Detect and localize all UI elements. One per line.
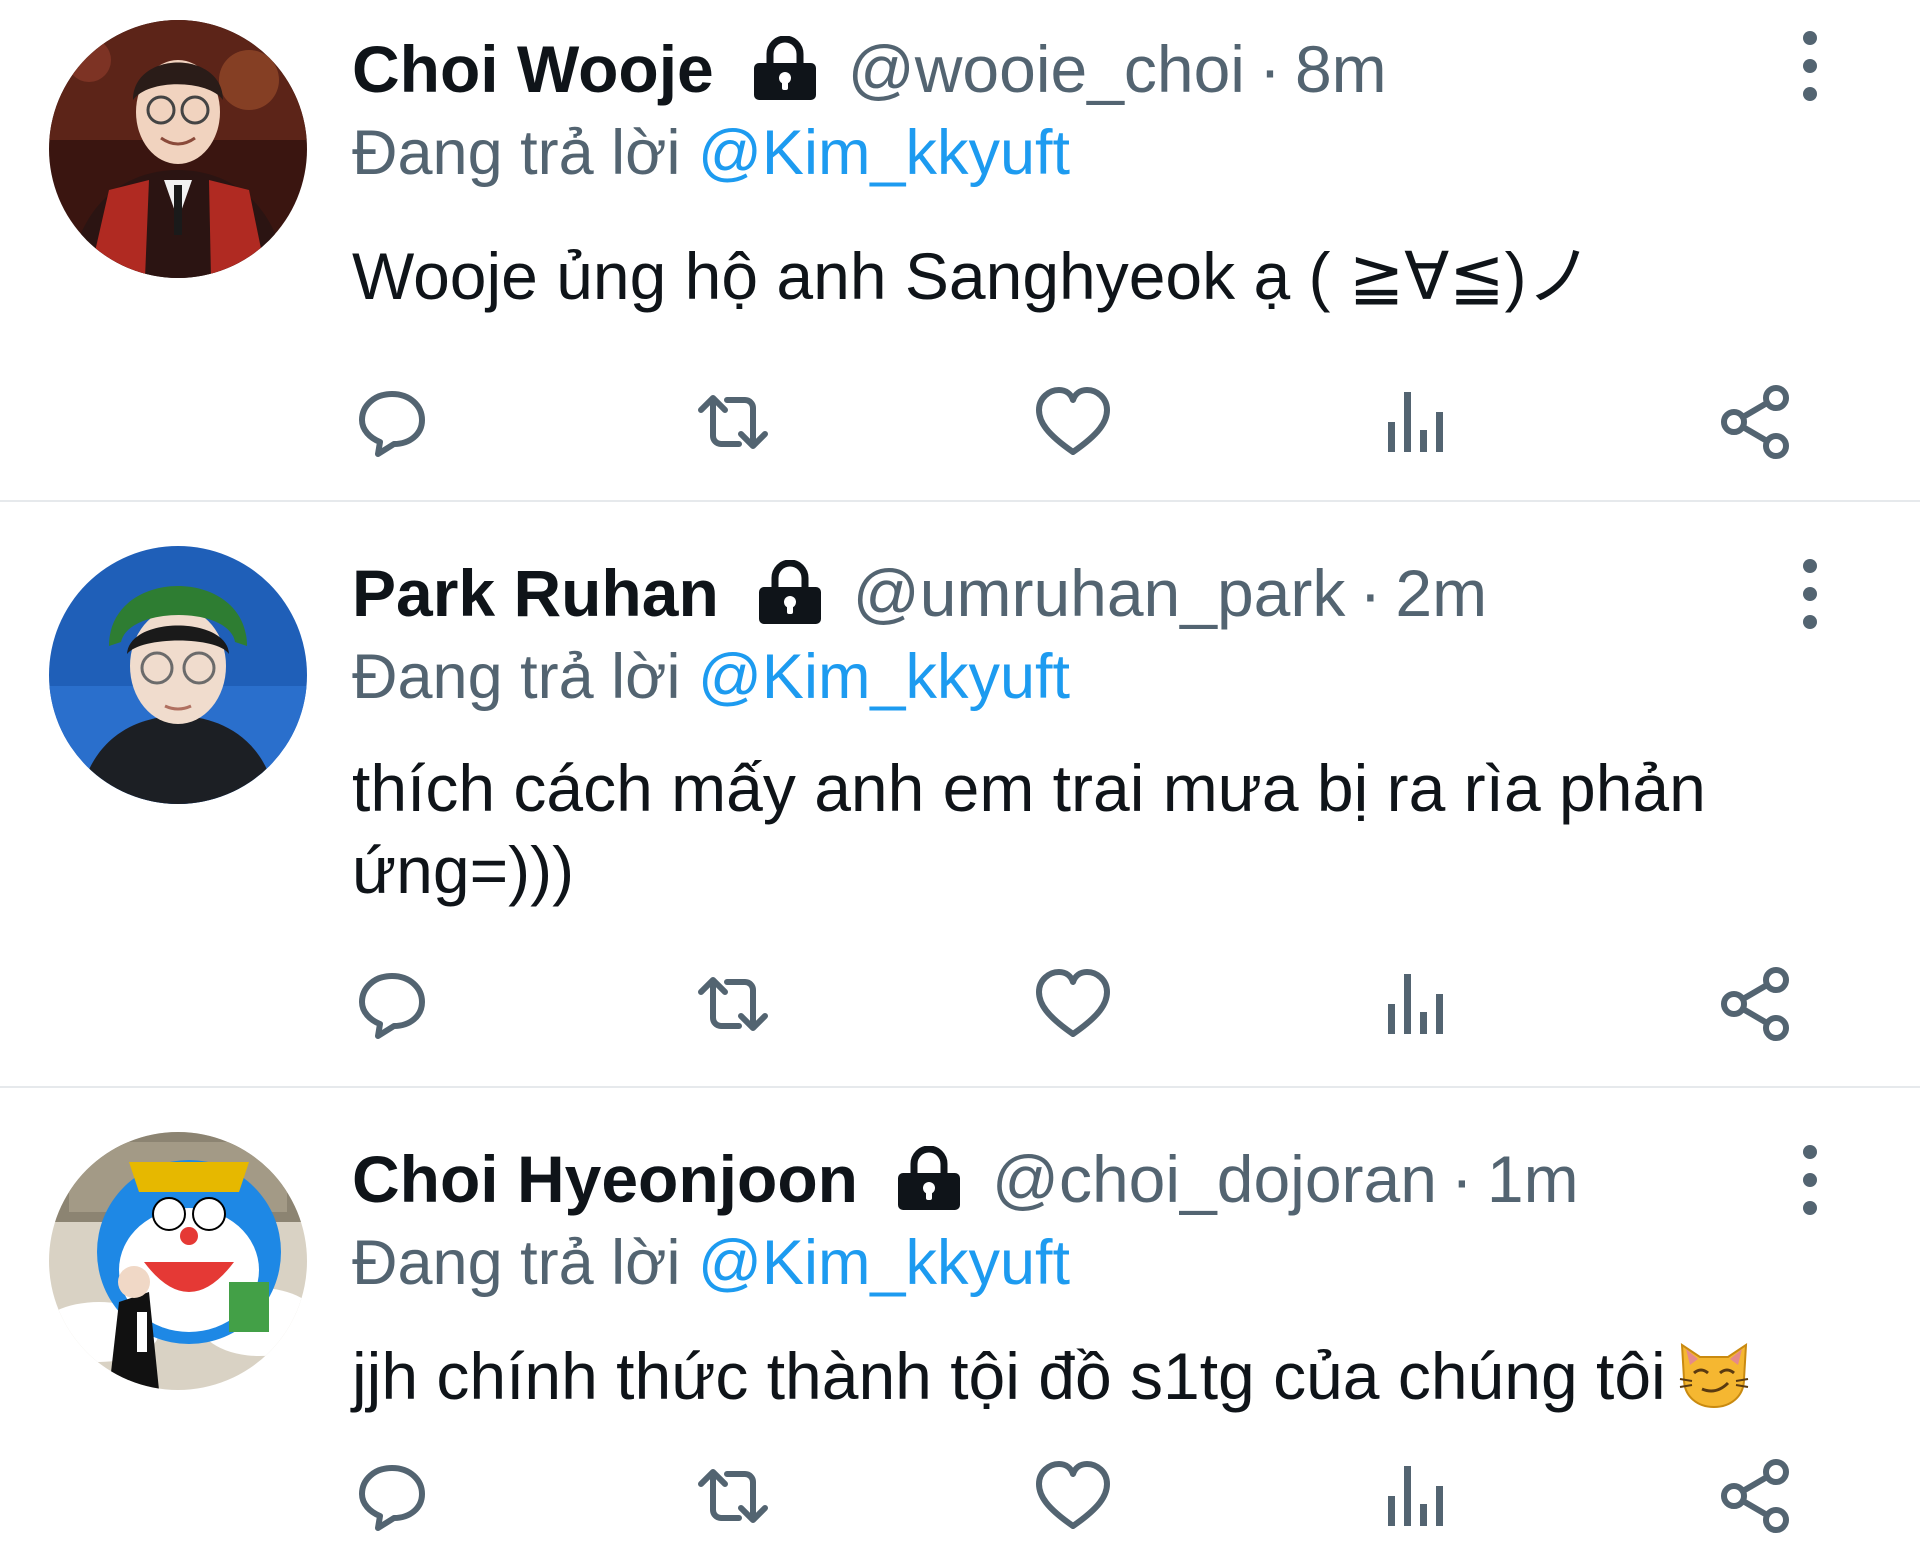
views-icon[interactable] bbox=[1374, 964, 1454, 1044]
separator-dot: · bbox=[1359, 556, 1382, 630]
display-name[interactable]: Choi Hyeonjoon bbox=[352, 1140, 858, 1218]
timestamp[interactable]: 8m bbox=[1295, 30, 1387, 108]
smirking-cat-emoji-icon bbox=[1676, 1335, 1752, 1411]
tweet-text-row: jjh chính thức thành tội đồ s1tg của chú… bbox=[352, 1335, 1832, 1417]
avatar[interactable] bbox=[49, 546, 307, 804]
avatar[interactable] bbox=[49, 1132, 307, 1390]
views-icon[interactable] bbox=[1374, 382, 1454, 462]
tweet-text: thích cách mấy anh em trai mưa bị ra rìa… bbox=[352, 751, 1706, 907]
reply-prefix: Đang trả lời bbox=[352, 118, 681, 188]
reply-context: Đang trả lời @Kim_kkyuft bbox=[352, 115, 1070, 191]
tweet-text: Wooje ủng hộ anh Sanghyeok ạ ( ≧∀≦)ノ bbox=[352, 239, 1593, 313]
reply-icon[interactable] bbox=[352, 964, 432, 1044]
share-icon[interactable] bbox=[1716, 382, 1796, 462]
more-options-icon[interactable] bbox=[1792, 28, 1828, 104]
avatar[interactable] bbox=[49, 20, 307, 278]
reply-context: Đang trả lời @Kim_kkyuft bbox=[352, 639, 1070, 715]
lock-icon bbox=[755, 560, 825, 626]
tweet[interactable]: Choi Wooje @wooie_choi · 8m Đang trả lời… bbox=[0, 0, 1920, 500]
reply-icon[interactable] bbox=[352, 1456, 432, 1536]
retweet-icon[interactable] bbox=[693, 964, 773, 1044]
reply-prefix: Đang trả lời bbox=[352, 642, 681, 712]
user-handle[interactable]: @wooie_choi bbox=[848, 30, 1245, 108]
views-icon[interactable] bbox=[1374, 1456, 1454, 1536]
reply-prefix: Đang trả lời bbox=[352, 1228, 681, 1298]
tweet[interactable]: Park Ruhan @umruhan_park · 2m Đang trả l… bbox=[0, 502, 1920, 1086]
tweet-header: Park Ruhan @umruhan_park · 2m bbox=[352, 554, 1487, 632]
reply-context: Đang trả lời @Kim_kkyuft bbox=[352, 1225, 1070, 1301]
timestamp[interactable]: 2m bbox=[1395, 554, 1487, 632]
mention-link[interactable]: @Kim_kkyuft bbox=[698, 642, 1070, 712]
display-name[interactable]: Park Ruhan bbox=[352, 554, 719, 632]
more-options-icon[interactable] bbox=[1792, 1142, 1828, 1218]
mention-link[interactable]: @Kim_kkyuft bbox=[698, 118, 1070, 188]
tweet-header: Choi Hyeonjoon @choi_dojoran · 1m bbox=[352, 1140, 1579, 1218]
more-options-icon[interactable] bbox=[1792, 556, 1828, 632]
lock-icon bbox=[750, 36, 820, 102]
lock-icon bbox=[894, 1146, 964, 1212]
like-icon[interactable] bbox=[1033, 964, 1113, 1044]
display-name[interactable]: Choi Wooje bbox=[352, 30, 714, 108]
reply-icon[interactable] bbox=[352, 382, 432, 462]
like-icon[interactable] bbox=[1033, 382, 1113, 462]
user-handle[interactable]: @umruhan_park bbox=[853, 554, 1346, 632]
tweet[interactable]: Choi Hyeonjoon @choi_dojoran · 1m Đang t… bbox=[0, 1088, 1920, 1556]
reply-feed: Choi Wooje @wooie_choi · 8m Đang trả lời… bbox=[0, 0, 1920, 1556]
separator-dot: · bbox=[1450, 1142, 1473, 1216]
mention-link[interactable]: @Kim_kkyuft bbox=[698, 1228, 1070, 1298]
tweet-header: Choi Wooje @wooie_choi · 8m bbox=[352, 30, 1387, 108]
retweet-icon[interactable] bbox=[693, 382, 773, 462]
user-handle[interactable]: @choi_dojoran bbox=[992, 1140, 1437, 1218]
separator-dot: · bbox=[1258, 32, 1281, 106]
tweet-text: jjh chính thức thành tội đồ s1tg của chú… bbox=[352, 1339, 1666, 1413]
timestamp[interactable]: 1m bbox=[1487, 1140, 1579, 1218]
like-icon[interactable] bbox=[1033, 1456, 1113, 1536]
retweet-icon[interactable] bbox=[693, 1456, 773, 1536]
share-icon[interactable] bbox=[1716, 964, 1796, 1044]
share-icon[interactable] bbox=[1716, 1456, 1796, 1536]
